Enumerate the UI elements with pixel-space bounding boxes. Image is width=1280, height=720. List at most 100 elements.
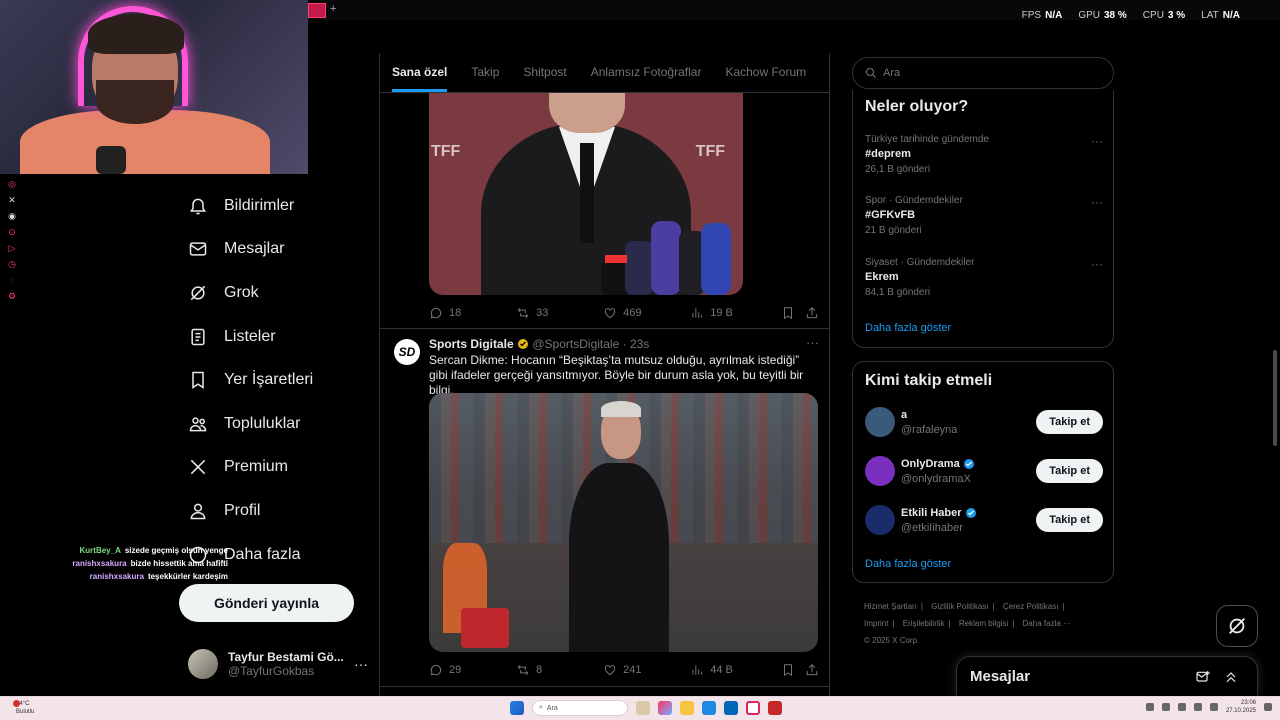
tray-icon[interactable] (1161, 703, 1170, 711)
author-handle[interactable]: @SportsDigitale (532, 337, 619, 351)
clock[interactable]: 23:06 27.10.2025 (1226, 699, 1256, 715)
nav-item-grok[interactable]: Grok (180, 271, 370, 315)
nav-item-messages[interactable]: Mesajlar (180, 228, 370, 272)
nav-item-profile[interactable]: Profil (180, 489, 370, 533)
taskbar-search[interactable]: ⌕ Ara (532, 700, 628, 716)
avatar[interactable] (865, 456, 895, 486)
copilot-icon[interactable] (658, 701, 672, 715)
start-icon[interactable] (510, 701, 524, 715)
scrollbar[interactable] (1273, 60, 1277, 660)
like-button[interactable]: 469 (603, 306, 690, 320)
bookmark-button[interactable] (781, 306, 805, 320)
tab-anlamsiz-fotograflar[interactable]: Anlamsız Fotoğraflar (591, 53, 702, 92)
more-options-icon[interactable]: ··· (1091, 257, 1103, 271)
bookmark-button[interactable] (781, 663, 805, 677)
wifi-icon[interactable] (1193, 703, 1202, 711)
avatar[interactable] (865, 407, 895, 437)
footer-link[interactable]: Imprint (864, 615, 888, 632)
nav-item-notifications[interactable]: Bildirimler (180, 184, 370, 228)
footer-link[interactable]: Hizmet Şartları (864, 598, 917, 615)
volume-icon[interactable] (1209, 703, 1218, 711)
tweet-image[interactable]: TFF TFF (429, 93, 743, 295)
file-explorer-icon[interactable] (680, 701, 694, 715)
tweet-time[interactable]: · 23s (623, 337, 650, 351)
more-options-icon[interactable]: ··· (806, 335, 819, 350)
chevron-up-icon[interactable] (1223, 669, 1239, 685)
weather-widget[interactable]: 14°C Bulutlu (13, 700, 34, 716)
share-button[interactable] (805, 306, 819, 320)
tab-for-you[interactable]: Sana özel (392, 53, 448, 92)
repost-button[interactable]: 8 (516, 663, 603, 677)
clock-icon[interactable]: ◷ (7, 258, 17, 270)
new-tab-button[interactable]: + (330, 3, 336, 15)
views-button[interactable]: 19 B (690, 306, 781, 320)
taskbar-app-icon[interactable] (636, 701, 650, 715)
play-icon[interactable]: ▷ (7, 242, 17, 254)
more-options-icon[interactable]: ··· (1091, 134, 1103, 148)
follow-suggestion[interactable]: a @rafaleyna Takip et (865, 404, 1103, 440)
grok-button[interactable] (1216, 605, 1258, 647)
footer-link[interactable]: Daha fazla ··· (1023, 615, 1071, 632)
follow-button[interactable]: Takip et (1036, 508, 1103, 532)
follow-button[interactable]: Takip et (1036, 410, 1103, 434)
tweet-image[interactable] (429, 393, 818, 652)
edge-icon[interactable] (702, 701, 716, 715)
tab-shitpost[interactable]: Shitpost (523, 53, 566, 92)
search-bar[interactable] (852, 57, 1114, 89)
reply-button[interactable]: 18 (429, 306, 516, 320)
tray-icon[interactable] (1145, 703, 1154, 711)
x-icon[interactable]: ✕ (7, 194, 17, 206)
trend-item[interactable]: Türkiye tarihinde gündemde #deprem 26,1 … (865, 134, 1103, 175)
nav-label: Grok (224, 283, 259, 301)
bar-chart-icon (692, 308, 703, 318)
tab-kachow-forum[interactable]: Kachow Forum (725, 53, 806, 92)
opera-icon[interactable] (746, 701, 760, 715)
more-options-icon[interactable]: ··· (354, 656, 368, 672)
new-message-icon[interactable] (1195, 669, 1211, 685)
author-name[interactable]: Sports Digitale (429, 337, 514, 351)
tab-following[interactable]: Takip (471, 53, 499, 92)
avatar[interactable]: SD (394, 339, 420, 365)
browser-tab[interactable] (308, 3, 326, 18)
store-icon[interactable] (724, 701, 738, 715)
instagram-icon[interactable]: ◎ (7, 178, 17, 190)
trend-item[interactable]: Siyaset · Gündemdekiler Ekrem 84,1 B gön… (865, 257, 1103, 298)
footer-link[interactable]: Gizlilik Politikası (931, 598, 988, 615)
nav-item-lists[interactable]: Listeler (180, 315, 370, 359)
share-button[interactable] (805, 663, 819, 677)
like-button[interactable]: 241 (603, 663, 690, 677)
show-more-link[interactable]: Daha fazla göster (865, 322, 951, 334)
show-more-link[interactable]: Daha fazla göster (865, 558, 951, 570)
avatar[interactable] (865, 505, 895, 535)
trend-item[interactable]: Spor · Gündemdekiler #GFKvFB 21 B gönder… (865, 195, 1103, 236)
more-options-icon[interactable]: ··· (1091, 195, 1103, 209)
communities-icon (189, 417, 207, 432)
footer-link[interactable]: Reklam bilgisi (959, 615, 1008, 632)
divider (380, 686, 829, 687)
follow-suggestion[interactable]: Etkili Haber @etkiIihaber Takip et (865, 502, 1103, 538)
bar-chart-icon (692, 665, 703, 675)
post-button[interactable]: Gönderi yayınla (179, 584, 354, 622)
person-icon (190, 503, 206, 520)
account-switcher[interactable]: Tayfur Bestami Gö... @TayfurGokbas ··· (188, 646, 368, 682)
settings-icon[interactable]: ⚙ (7, 290, 17, 302)
follow-button[interactable]: Takip et (1036, 459, 1103, 483)
search-input[interactable] (883, 67, 1083, 79)
record-icon[interactable]: ⊙ (7, 226, 17, 238)
scrollbar-thumb[interactable] (1273, 350, 1277, 446)
nav-item-premium[interactable]: Premium (180, 446, 370, 490)
notifications-icon[interactable] (1264, 703, 1272, 711)
footer-link[interactable]: Erişilebilirlik (903, 615, 945, 632)
nav-item-communities[interactable]: Topluluklar (180, 402, 370, 446)
app-icon[interactable] (768, 701, 782, 715)
views-button[interactable]: 44 B (690, 663, 781, 677)
repost-button[interactable]: 33 (516, 306, 603, 320)
discord-icon[interactable]: ◉ (7, 210, 17, 222)
chat-icon[interactable]: ◌ (7, 274, 17, 286)
tray-icon[interactable] (1177, 703, 1186, 711)
reply-button[interactable]: 29 (429, 663, 516, 677)
messages-drawer[interactable]: Mesajlar (956, 656, 1258, 696)
footer-link[interactable]: Çerez Politikası (1003, 598, 1059, 615)
nav-item-bookmarks[interactable]: Yer İşaretleri (180, 358, 370, 402)
follow-suggestion[interactable]: OnlyDrama @onlydramaX Takip et (865, 453, 1103, 489)
